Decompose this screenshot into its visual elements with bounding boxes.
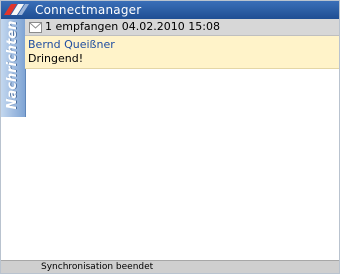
title-bar: Connectmanager [1,1,339,19]
message-subject: Dringend! [28,52,84,65]
app-title: Connectmanager [35,3,142,17]
app-window: Connectmanager Nachrichten 1 empfangen 0… [0,0,340,274]
app-logo-icon [4,4,29,15]
message-sender: Bernd Queißner [28,38,115,51]
message-header-row[interactable]: 1 empfangen 04.02.2010 15:08 [25,19,339,36]
status-bar: Synchronisation beendet [1,260,339,273]
sidebar-tab-label: Nachrichten [5,20,20,110]
status-text: Synchronisation beendet [41,262,154,272]
sidebar-tab-nachrichten[interactable]: Nachrichten [1,19,26,117]
envelope-icon [29,22,42,33]
message-received-info: 1 empfangen 04.02.2010 15:08 [45,20,220,33]
message-item[interactable]: Bernd Queißner Dringend! [25,36,339,69]
